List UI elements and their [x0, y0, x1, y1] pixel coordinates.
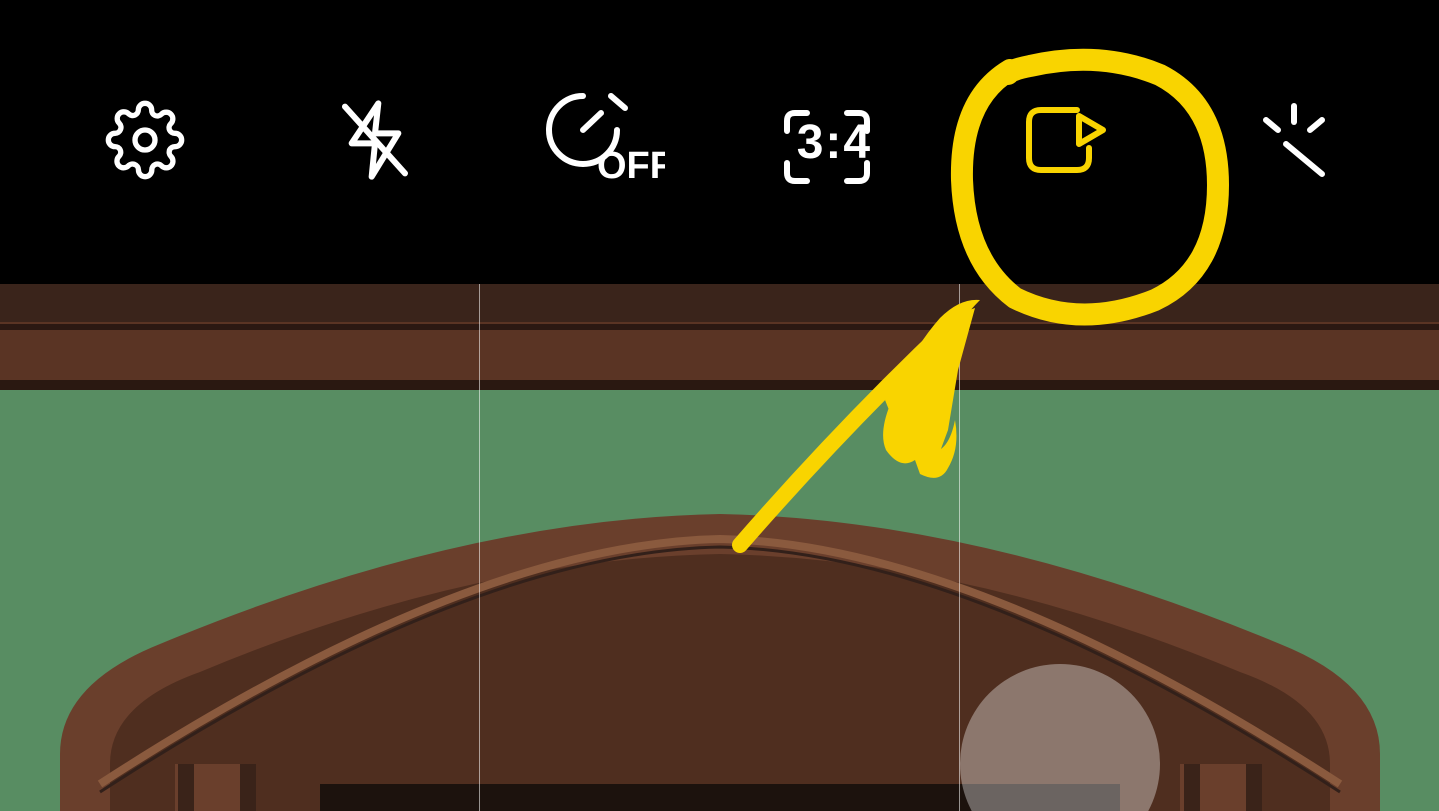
camera-toolbar: OFF 3:4 [0, 0, 1439, 284]
settings-icon [105, 100, 185, 185]
aspect-ratio-label: 3:4 [797, 116, 872, 169]
effects-button[interactable] [1234, 82, 1354, 202]
settings-button[interactable] [85, 82, 205, 202]
aspect-ratio-icon: 3:4 [797, 115, 872, 170]
aspect-ratio-button[interactable]: 3:4 [774, 82, 894, 202]
timer-button[interactable]: OFF [545, 82, 665, 202]
timer-off-icon: OFF [545, 90, 665, 195]
camera-viewfinder[interactable] [0, 284, 1439, 811]
timer-label: OFF [597, 145, 665, 187]
motion-photo-button[interactable] [1004, 82, 1124, 202]
motion-photo-icon [1019, 100, 1109, 185]
flash-off-icon [335, 95, 415, 190]
flash-button[interactable] [315, 82, 435, 202]
effects-icon [1254, 100, 1334, 185]
camera-app: OFF 3:4 [0, 0, 1439, 811]
viewfinder-scene [0, 284, 1439, 811]
